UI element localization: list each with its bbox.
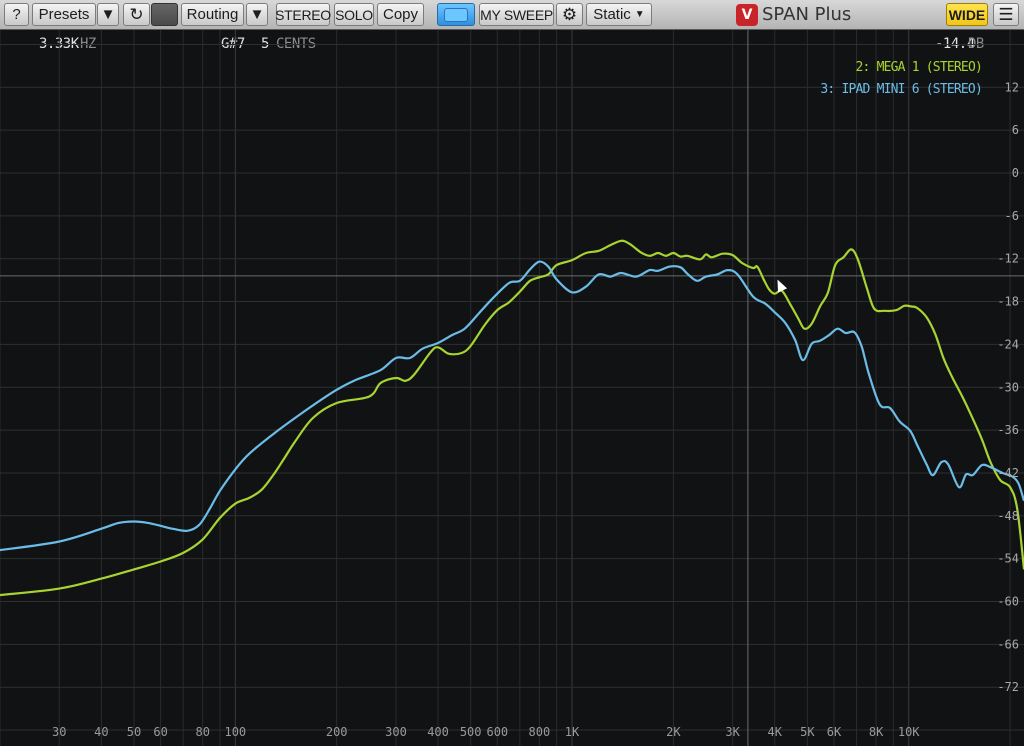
x-tick-label: 200 — [326, 725, 348, 739]
dropdown-arrow-icon: ▼ — [249, 6, 265, 23]
x-tick-label: 30 — [52, 725, 66, 739]
stereo-button[interactable]: STEREO — [275, 3, 331, 26]
series-line-mega — [0, 239, 1024, 597]
copy-button[interactable]: Copy — [377, 3, 424, 26]
wide-button[interactable]: WIDE — [946, 3, 988, 26]
y-tick-label: -24 — [997, 337, 1019, 351]
x-tick-label: 10K — [898, 725, 920, 739]
x-tick-label: 80 — [195, 725, 209, 739]
y-tick-label: 0 — [1012, 166, 1019, 180]
spectrum-plot[interactable]: 30 40 50 60 80 100 200 300 400 500 600 800 1K 2K 3K 4K 5… — [0, 30, 1024, 746]
gear-icon: ⚙ — [561, 4, 578, 24]
menu-icon: ☰ — [998, 4, 1014, 24]
help-button[interactable]: ? — [4, 3, 29, 26]
settings-button[interactable]: ⚙ — [556, 3, 583, 26]
dropdown-arrow-icon: ▼ — [634, 9, 645, 20]
grid — [0, 30, 1024, 746]
sweep-enable-toggle[interactable] — [437, 3, 475, 26]
toggle-indicator-icon — [444, 7, 468, 22]
my-sweep-button[interactable]: MY SWEEP — [479, 3, 554, 26]
y-tick-label: -54 — [997, 552, 1019, 566]
x-tick-label: 500 — [460, 725, 482, 739]
presets-dropdown-button[interactable]: ▼ — [97, 3, 119, 26]
x-tick-label: 800 — [529, 725, 551, 739]
x-tick-label: 5K — [800, 725, 815, 739]
y-tick-label: -72 — [997, 680, 1019, 694]
y-tick-label: -60 — [997, 595, 1019, 609]
y-tick-label: -66 — [997, 637, 1019, 651]
legend-series-mega: 2: MEGA 1 (STEREO) — [855, 60, 983, 75]
x-tick-label: 50 — [127, 725, 141, 739]
x-tick-label: 600 — [486, 725, 508, 739]
routing-dropdown-button[interactable]: ▼ — [246, 3, 268, 26]
static-mode-label: Static — [593, 6, 631, 23]
x-tick-label: 3K — [725, 725, 740, 739]
y-tick-label: 12 — [1005, 80, 1019, 94]
x-tick-label: 60 — [153, 725, 167, 739]
y-axis-labels: 12 6 0 -6 -12 -18 -24 -30 -36 -42 -48 -54 -60 -66 -72 — [997, 80, 1019, 694]
undo-button[interactable]: ↻ — [123, 3, 150, 26]
routing-button[interactable]: Routing — [181, 3, 244, 26]
x-tick-label: 40 — [94, 725, 108, 739]
y-tick-label: -48 — [997, 509, 1019, 523]
x-tick-label: 300 — [385, 725, 407, 739]
x-tick-label: 400 — [427, 725, 449, 739]
y-tick-label: -12 — [997, 252, 1019, 266]
dropdown-arrow-icon: ▼ — [100, 6, 116, 23]
app-title: SPAN Plus — [762, 4, 852, 25]
traces — [0, 239, 1024, 597]
span-logo-icon: V — [736, 4, 758, 26]
x-axis-labels: 30 40 50 60 80 100 200 300 400 500 600 800 1K 2K 3K 4K 5… — [52, 725, 920, 739]
menu-button[interactable]: ☰ — [993, 3, 1019, 26]
span-plus-window: ? Presets ▼ ↻ Routing ▼ STEREO SOLO Copy… — [0, 0, 1024, 746]
y-tick-label: -6 — [1005, 209, 1019, 223]
presets-button[interactable]: Presets — [32, 3, 96, 26]
x-tick-label: 4K — [768, 725, 783, 739]
x-tick-label: 2K — [666, 725, 681, 739]
redo-button[interactable] — [151, 3, 178, 26]
x-tick-label: 1K — [565, 725, 580, 739]
x-tick-label: 6K — [827, 725, 842, 739]
y-tick-label: 6 — [1012, 123, 1019, 137]
legend-series-ipad: 3: IPAD MINI 6 (STEREO) — [820, 82, 982, 97]
y-tick-label: -30 — [997, 380, 1019, 394]
y-tick-label: -36 — [997, 423, 1019, 437]
solo-button[interactable]: SOLO — [334, 3, 374, 26]
x-tick-label: 8K — [869, 725, 884, 739]
undo-icon: ↻ — [129, 4, 144, 24]
toolbar: ? Presets ▼ ↻ Routing ▼ STEREO SOLO Copy… — [0, 0, 1024, 30]
series-line-ipad — [0, 260, 1024, 552]
y-tick-label: -42 — [997, 466, 1019, 480]
x-tick-label: 100 — [224, 725, 246, 739]
y-tick-label: -18 — [997, 295, 1019, 309]
static-mode-dropdown[interactable]: Static ▼ — [586, 3, 652, 26]
